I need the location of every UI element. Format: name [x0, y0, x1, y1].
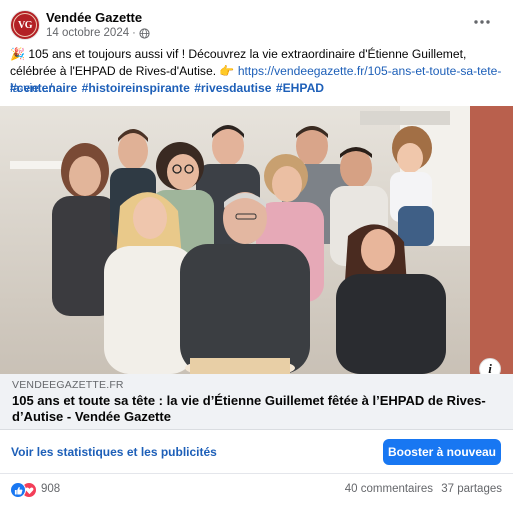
reaction-count[interactable]: 908	[41, 483, 60, 495]
hashtag[interactable]: #histoireinspirante	[82, 81, 190, 95]
reaction-icons[interactable]	[10, 482, 38, 498]
more-dots-icon	[474, 20, 490, 24]
meta-separator: ·	[132, 27, 136, 39]
link-domain: VENDEEGAZETTE.FR	[12, 379, 124, 391]
hashtag[interactable]: #EHPAD	[276, 81, 324, 95]
post-actions: Voir les statistiques et les publicités …	[0, 430, 513, 474]
group-photo-illustration	[0, 106, 513, 374]
post-card: VG Vendée Gazette 14 octobre 2024 · 🎉 10…	[0, 0, 513, 505]
post-photo[interactable]: i	[0, 106, 513, 374]
shares-count[interactable]: 37 partages	[441, 483, 502, 495]
hashtag[interactable]: #centenaire	[10, 81, 77, 95]
avatar-initials: VG	[13, 13, 37, 37]
post-date[interactable]: 14 octobre 2024	[46, 27, 129, 39]
view-stats-link[interactable]: Voir les statistiques et les publicités	[11, 445, 217, 459]
page-avatar[interactable]: VG	[10, 10, 40, 40]
link-title: 105 ans et toute sa tête : la vie d’Étie…	[12, 393, 486, 424]
globe-icon[interactable]	[139, 27, 150, 39]
boost-again-button[interactable]: Booster à nouveau	[383, 439, 501, 465]
post-meta: 14 octobre 2024 ·	[46, 27, 150, 39]
like-icon	[10, 482, 26, 498]
page-name[interactable]: Vendée Gazette	[46, 10, 142, 25]
link-preview[interactable]: VENDEEGAZETTE.FR 105 ans et toute sa têt…	[0, 374, 513, 430]
comments-count[interactable]: 40 commentaires	[345, 483, 433, 495]
hashtag[interactable]: #rivesdautise	[194, 81, 271, 95]
hashtags: #centenaire #histoireinspirante #rivesda…	[10, 80, 325, 97]
post-header: VG Vendée Gazette 14 octobre 2024 ·	[10, 8, 505, 44]
info-icon[interactable]: i	[479, 358, 501, 374]
engagement-bar: 908 40 commentaires 37 partages	[0, 474, 513, 505]
more-options-button[interactable]	[471, 14, 493, 30]
